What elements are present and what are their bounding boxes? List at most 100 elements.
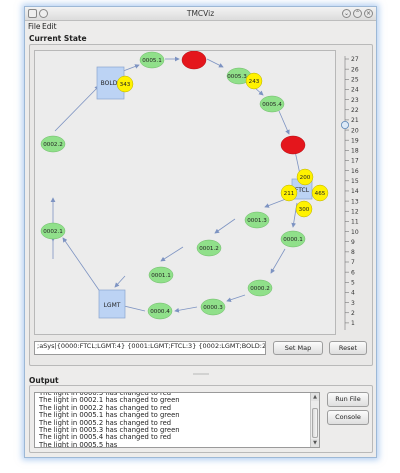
badge-343: 343 bbox=[116, 75, 134, 93]
slider-track: 2726252423222120191817161514131211109876… bbox=[341, 56, 359, 330]
slider-tick-label: 23 bbox=[351, 97, 359, 104]
node-0005-1[interactable]: 0005.1 bbox=[139, 51, 165, 69]
node-0000-1[interactable]: 0000.1 bbox=[280, 230, 306, 248]
slider-tick-label: 5 bbox=[351, 280, 355, 287]
slider-ticks: 2726252423222120191817161514131211109876… bbox=[345, 56, 359, 327]
slider-tick-label: 1 bbox=[351, 320, 355, 327]
node-lgmt[interactable]: LGMT bbox=[98, 289, 126, 319]
node-0002-2-label: 0002.2 bbox=[43, 142, 63, 148]
close-icon[interactable]: × bbox=[364, 9, 373, 18]
svg-text:200: 200 bbox=[300, 175, 311, 181]
slider-tick-label: 6 bbox=[351, 269, 355, 276]
slider-tick-label: 10 bbox=[351, 229, 359, 236]
slider-tick-label: 25 bbox=[351, 77, 359, 84]
edge bbox=[62, 237, 102, 294]
output-log[interactable]: The light in 0000.3 has changed to red Th… bbox=[34, 392, 320, 448]
current-state-heading: Current State bbox=[29, 34, 87, 43]
edge bbox=[214, 218, 236, 234]
badge-300: 300 bbox=[295, 200, 313, 218]
map-edges bbox=[50, 56, 303, 313]
badge-243: 243 bbox=[245, 72, 263, 90]
minimize-icon[interactable]: ⌄ bbox=[342, 9, 351, 18]
slider-tick-label: 13 bbox=[351, 198, 359, 205]
slider-tick-label: 3 bbox=[351, 300, 355, 307]
split-divider[interactable] bbox=[25, 370, 376, 375]
slider-thumb[interactable] bbox=[341, 121, 349, 130]
scroll-thumb[interactable] bbox=[312, 408, 318, 438]
slider-tick-label: 26 bbox=[351, 66, 359, 73]
slider-tick-label: 15 bbox=[351, 178, 359, 185]
console-button[interactable]: Console bbox=[327, 410, 369, 425]
edge bbox=[114, 275, 126, 288]
traffic-map: BOLD LGMT FTCL 0005.1 0005.3 0005.4 0002… bbox=[40, 50, 329, 320]
slider-tick-label: 4 bbox=[351, 290, 355, 297]
node-bold-label: BOLD bbox=[101, 80, 118, 87]
slider-tick-label: 9 bbox=[351, 239, 355, 246]
node-0001-2[interactable]: 0001.2 bbox=[196, 239, 222, 257]
title-bar: TMCViz ⌄ ⌃ × bbox=[25, 7, 376, 21]
red-light-top[interactable] bbox=[181, 50, 207, 70]
map-canvas[interactable]: BOLD LGMT FTCL 0005.1 0005.3 0005.4 0002… bbox=[34, 50, 336, 335]
node-0000-1-label: 0000.1 bbox=[283, 237, 303, 243]
scroll-down-icon[interactable]: ▼ bbox=[311, 439, 319, 447]
badge-211: 211 bbox=[280, 184, 298, 202]
log-scrollbar[interactable]: ▲ ▼ bbox=[310, 393, 319, 447]
svg-text:243: 243 bbox=[249, 79, 260, 85]
edge bbox=[174, 306, 198, 313]
edge bbox=[54, 85, 100, 132]
map-controls: ;aSys|{0000:FTCL;LGMT:4} {0001:LGMT;FTCL… bbox=[34, 341, 370, 355]
node-0001-3[interactable]: 0001.3 bbox=[244, 211, 270, 229]
output-panel: The light in 0000.3 has changed to red Th… bbox=[29, 385, 373, 453]
slider-tick-label: 19 bbox=[351, 137, 359, 144]
slider-tick-label: 16 bbox=[351, 168, 359, 175]
menu-edit[interactable]: Edit bbox=[42, 22, 57, 31]
slider-tick-label: 17 bbox=[351, 158, 359, 165]
window-title: TMCViz bbox=[186, 9, 215, 18]
set-map-button[interactable]: Set Map bbox=[273, 341, 323, 355]
scroll-up-icon[interactable]: ▲ bbox=[311, 393, 319, 401]
node-0005-4-label: 0005.4 bbox=[262, 102, 282, 108]
output-heading: Output bbox=[29, 376, 59, 385]
edge bbox=[160, 246, 184, 262]
node-0002-1[interactable]: 0002.1 bbox=[40, 222, 66, 240]
node-0001-1[interactable]: 0001.1 bbox=[148, 266, 174, 284]
slider-tick-label: 27 bbox=[351, 56, 359, 63]
node-lgmt-label: LGMT bbox=[104, 302, 121, 309]
node-0000-2[interactable]: 0000.2 bbox=[247, 279, 273, 297]
time-slider[interactable]: 27 26 25 24 23 22 21 20 19 18 17 16 15 14 13 12 11 10 9 8 7 6… bbox=[341, 50, 369, 335]
edge bbox=[270, 248, 286, 274]
slider-tick-label: 18 bbox=[351, 148, 359, 155]
node-0002-1-label: 0002.1 bbox=[43, 229, 63, 235]
menu-file[interactable]: File bbox=[28, 22, 41, 31]
node-0005-1-label: 0005.1 bbox=[142, 58, 162, 64]
edge bbox=[206, 58, 224, 68]
node-0001-3-label: 0001.3 bbox=[247, 218, 267, 224]
node-0000-4[interactable]: 0000.4 bbox=[147, 302, 173, 320]
slider-tick-label: 8 bbox=[351, 249, 355, 256]
badge-465: 465 bbox=[311, 184, 329, 202]
slider-tick-label: 24 bbox=[351, 87, 359, 94]
red-light-right[interactable] bbox=[280, 135, 306, 155]
svg-text:343: 343 bbox=[120, 82, 131, 88]
svg-text:211: 211 bbox=[284, 191, 295, 197]
app-window: TMCViz ⌄ ⌃ × File Edit Current State BOL… bbox=[24, 6, 377, 458]
slider-tick-label: 21 bbox=[351, 117, 359, 124]
maximize-icon[interactable]: ⌃ bbox=[353, 9, 362, 18]
node-0002-2[interactable]: 0002.2 bbox=[40, 135, 66, 153]
menu-bar: File Edit bbox=[25, 21, 376, 32]
current-state-panel: BOLD LGMT FTCL 0005.1 0005.3 0005.4 0002… bbox=[29, 44, 373, 366]
node-0001-2-label: 0001.2 bbox=[199, 246, 219, 252]
slider-tick-label: 14 bbox=[351, 188, 359, 195]
log-lines: The light in 0000.3 has changed to red Th… bbox=[39, 393, 309, 447]
reset-button[interactable]: Reset bbox=[329, 341, 367, 355]
edge bbox=[278, 110, 290, 135]
node-0001-1-label: 0001.1 bbox=[151, 273, 171, 279]
run-file-button[interactable]: Run File bbox=[327, 392, 369, 407]
node-0000-3-label: 0000.3 bbox=[203, 305, 223, 311]
slider-tick-label: 11 bbox=[351, 219, 359, 226]
slider-tick-label: 12 bbox=[351, 208, 359, 215]
node-0000-3[interactable]: 0000.3 bbox=[200, 298, 226, 316]
map-definition-input[interactable]: ;aSys|{0000:FTCL;LGMT:4} {0001:LGMT;FTCL… bbox=[34, 341, 266, 355]
node-0005-4[interactable]: 0005.4 bbox=[259, 95, 285, 113]
svg-text:465: 465 bbox=[315, 191, 326, 197]
